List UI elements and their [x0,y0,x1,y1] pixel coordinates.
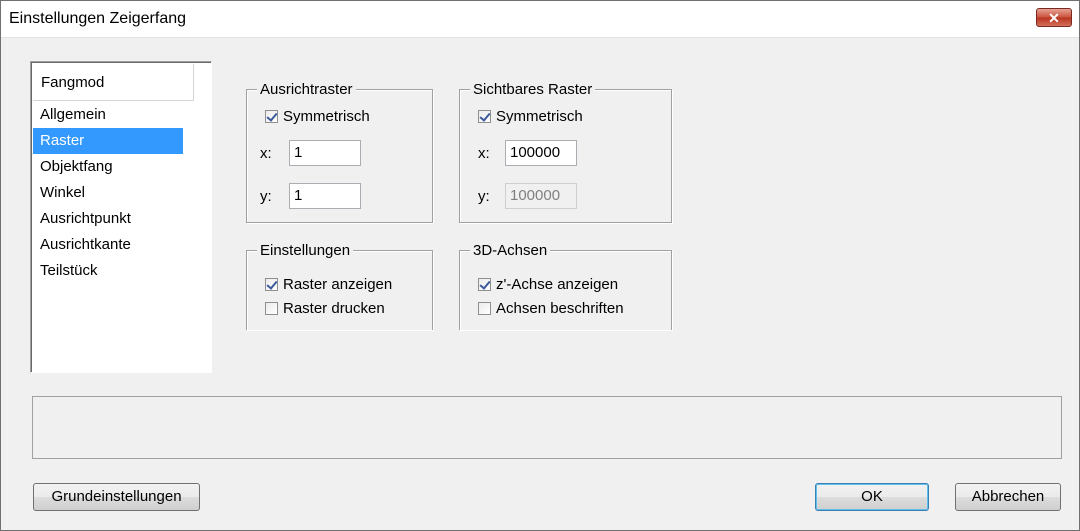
einstellungen-title: Einstellungen [257,242,354,259]
ok-button[interactable]: OK [815,483,929,511]
3d-achsen-title: 3D-Achsen [470,242,551,259]
3d-achsen-group: 3D-Achsen z'-Achse anzeigen Achsen besch… [459,242,672,330]
category-list[interactable]: Fangmod Allgemein Raster Objektfang Wink… [30,61,212,373]
raster-anzeigen-checkbox[interactable]: Raster anzeigen [265,276,392,293]
ausrichtraster-group: Ausrichtraster Symmetrisch x: 1 y: 1 [246,81,433,223]
checkbox-box[interactable] [265,302,278,315]
list-header-label: Fangmod [41,74,105,91]
list-item-ausrichtpunkt[interactable]: Ausrichtpunkt [33,206,183,232]
ausrichtraster-x-input[interactable]: 1 [289,140,361,166]
checkbox-box[interactable] [478,278,491,291]
ausrichtraster-title: Ausrichtraster [257,81,356,98]
checkbox-label: Symmetrisch [283,108,370,125]
y-label: y: [478,188,490,205]
window-title: Einstellungen Zeigerfang [9,10,187,27]
achsen-beschriften-checkbox[interactable]: Achsen beschriften [478,300,624,317]
list-items: Allgemein Raster Objektfang Winkel Ausri… [33,102,209,284]
x-label: x: [478,145,490,162]
list-header[interactable]: Fangmod [33,64,194,101]
dialog-window: Einstellungen Zeigerfang ✕ Fangmod Allge… [0,0,1080,531]
list-item-objektfang[interactable]: Objektfang [33,154,183,180]
ausrichtraster-symmetrisch-checkbox[interactable]: Symmetrisch [265,108,370,125]
sichtbares-raster-group: Sichtbares Raster Symmetrisch x: 100000 … [459,81,672,223]
checkbox-label: Raster anzeigen [283,276,393,293]
info-panel [32,396,1062,459]
checkbox-label: z'-Achse anzeigen [496,276,619,293]
z-achse-anzeigen-checkbox[interactable]: z'-Achse anzeigen [478,276,618,293]
checkbox-box[interactable] [265,278,278,291]
checkbox-box[interactable] [478,302,491,315]
einstellungen-group: Einstellungen Raster anzeigen Raster dru… [246,242,433,330]
list-item-ausrichtkante[interactable]: Ausrichtkante [33,232,183,258]
list-item-raster[interactable]: Raster [33,128,183,154]
x-label: x: [260,145,272,162]
checkbox-label: Raster drucken [283,300,385,317]
list-item-teilstueck[interactable]: Teilstück [33,258,183,284]
y-label: y: [260,188,272,205]
list-item-winkel[interactable]: Winkel [33,180,183,206]
grundeinstellungen-button[interactable]: Grundeinstellungen [33,483,200,511]
checkbox-box[interactable] [265,110,278,123]
close-icon: ✕ [1048,10,1060,26]
ausrichtraster-y-input[interactable]: 1 [289,183,361,209]
raster-drucken-checkbox[interactable]: Raster drucken [265,300,385,317]
sichtbares-raster-title: Sichtbares Raster [470,81,596,98]
close-button[interactable]: ✕ [1036,8,1072,27]
checkbox-label: Symmetrisch [496,108,583,125]
checkbox-box[interactable] [478,110,491,123]
title-bar[interactable]: Einstellungen Zeigerfang ✕ [1,1,1079,38]
checkbox-label: Achsen beschriften [496,300,624,317]
sichtbares-raster-x-input[interactable]: 100000 [505,140,577,166]
list-item-allgemein[interactable]: Allgemein [33,102,183,128]
abbrechen-button[interactable]: Abbrechen [955,483,1061,511]
sichtbares-raster-symmetrisch-checkbox[interactable]: Symmetrisch [478,108,583,125]
sichtbares-raster-y-input[interactable]: 100000 [505,183,577,209]
